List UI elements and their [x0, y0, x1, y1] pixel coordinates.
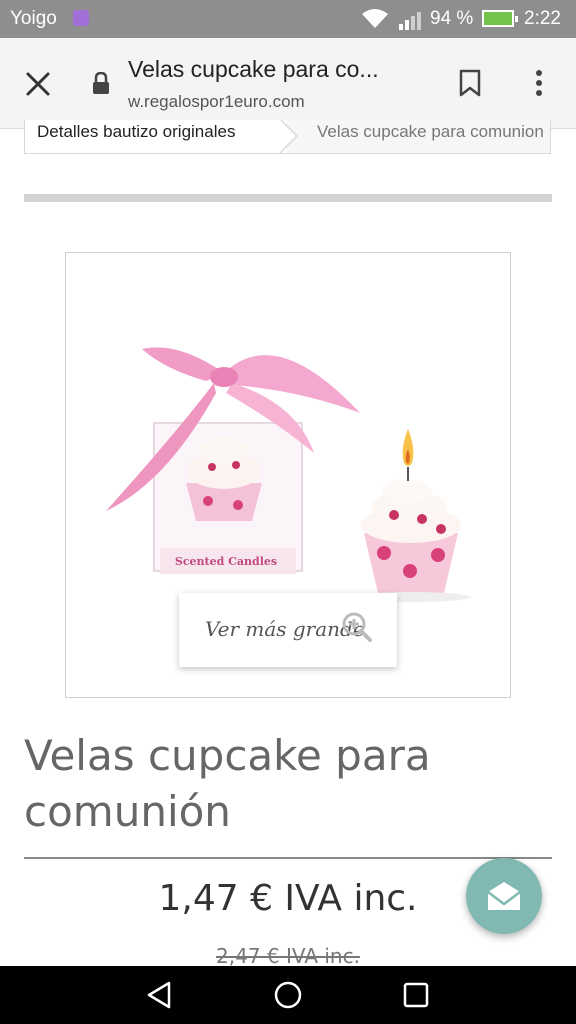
breadcrumb-separator-icon [275, 120, 299, 153]
bookmark-icon[interactable] [458, 69, 482, 97]
signal-icon [399, 12, 421, 30]
battery-percent: 94 % [430, 8, 474, 29]
breadcrumb-item-label: Velas cupcake para comunion [317, 122, 544, 141]
product-title: Velas cupcake para comunión [24, 731, 431, 836]
notification-icon [73, 10, 89, 26]
home-icon[interactable] [273, 980, 303, 1010]
product-image-frame[interactable]: Scented Candles Ver más grande [65, 252, 511, 698]
breadcrumb-item-label: Detalles bautizo originales [37, 122, 236, 141]
breadcrumb-item-detalles[interactable]: Detalles bautizo originales [25, 120, 287, 153]
more-vert-icon[interactable] [530, 68, 548, 98]
page-title: Velas cupcake para co... [128, 56, 379, 82]
status-bar: Yoigo 94 % 2:22 [0, 0, 576, 38]
carrier-name: Yoigo [10, 8, 57, 29]
wifi-icon [362, 9, 388, 28]
recent-apps-icon[interactable] [401, 980, 431, 1010]
title-divider [24, 857, 552, 859]
clock: 2:22 [524, 8, 561, 29]
section-divider [24, 194, 552, 202]
navigation-bar [0, 966, 576, 1024]
close-icon[interactable] [22, 68, 54, 100]
page-url[interactable]: w.regalospor1euro.com [128, 92, 305, 112]
back-icon[interactable] [145, 980, 175, 1010]
old-price: 2,47 € IVA inc. [216, 944, 360, 968]
mail-icon [487, 882, 521, 910]
browser-toolbar: Velas cupcake para co... w.regalospor1eu… [0, 38, 576, 129]
zoom-button[interactable]: Ver más grande [179, 593, 397, 667]
zoom-in-icon [342, 612, 372, 642]
breadcrumb: Detalles bautizo originales Velas cupcak… [24, 120, 551, 154]
box-label: Scented Candles [175, 555, 277, 568]
contact-button[interactable] [466, 858, 542, 934]
battery-icon [482, 10, 518, 27]
lock-icon [93, 72, 109, 94]
